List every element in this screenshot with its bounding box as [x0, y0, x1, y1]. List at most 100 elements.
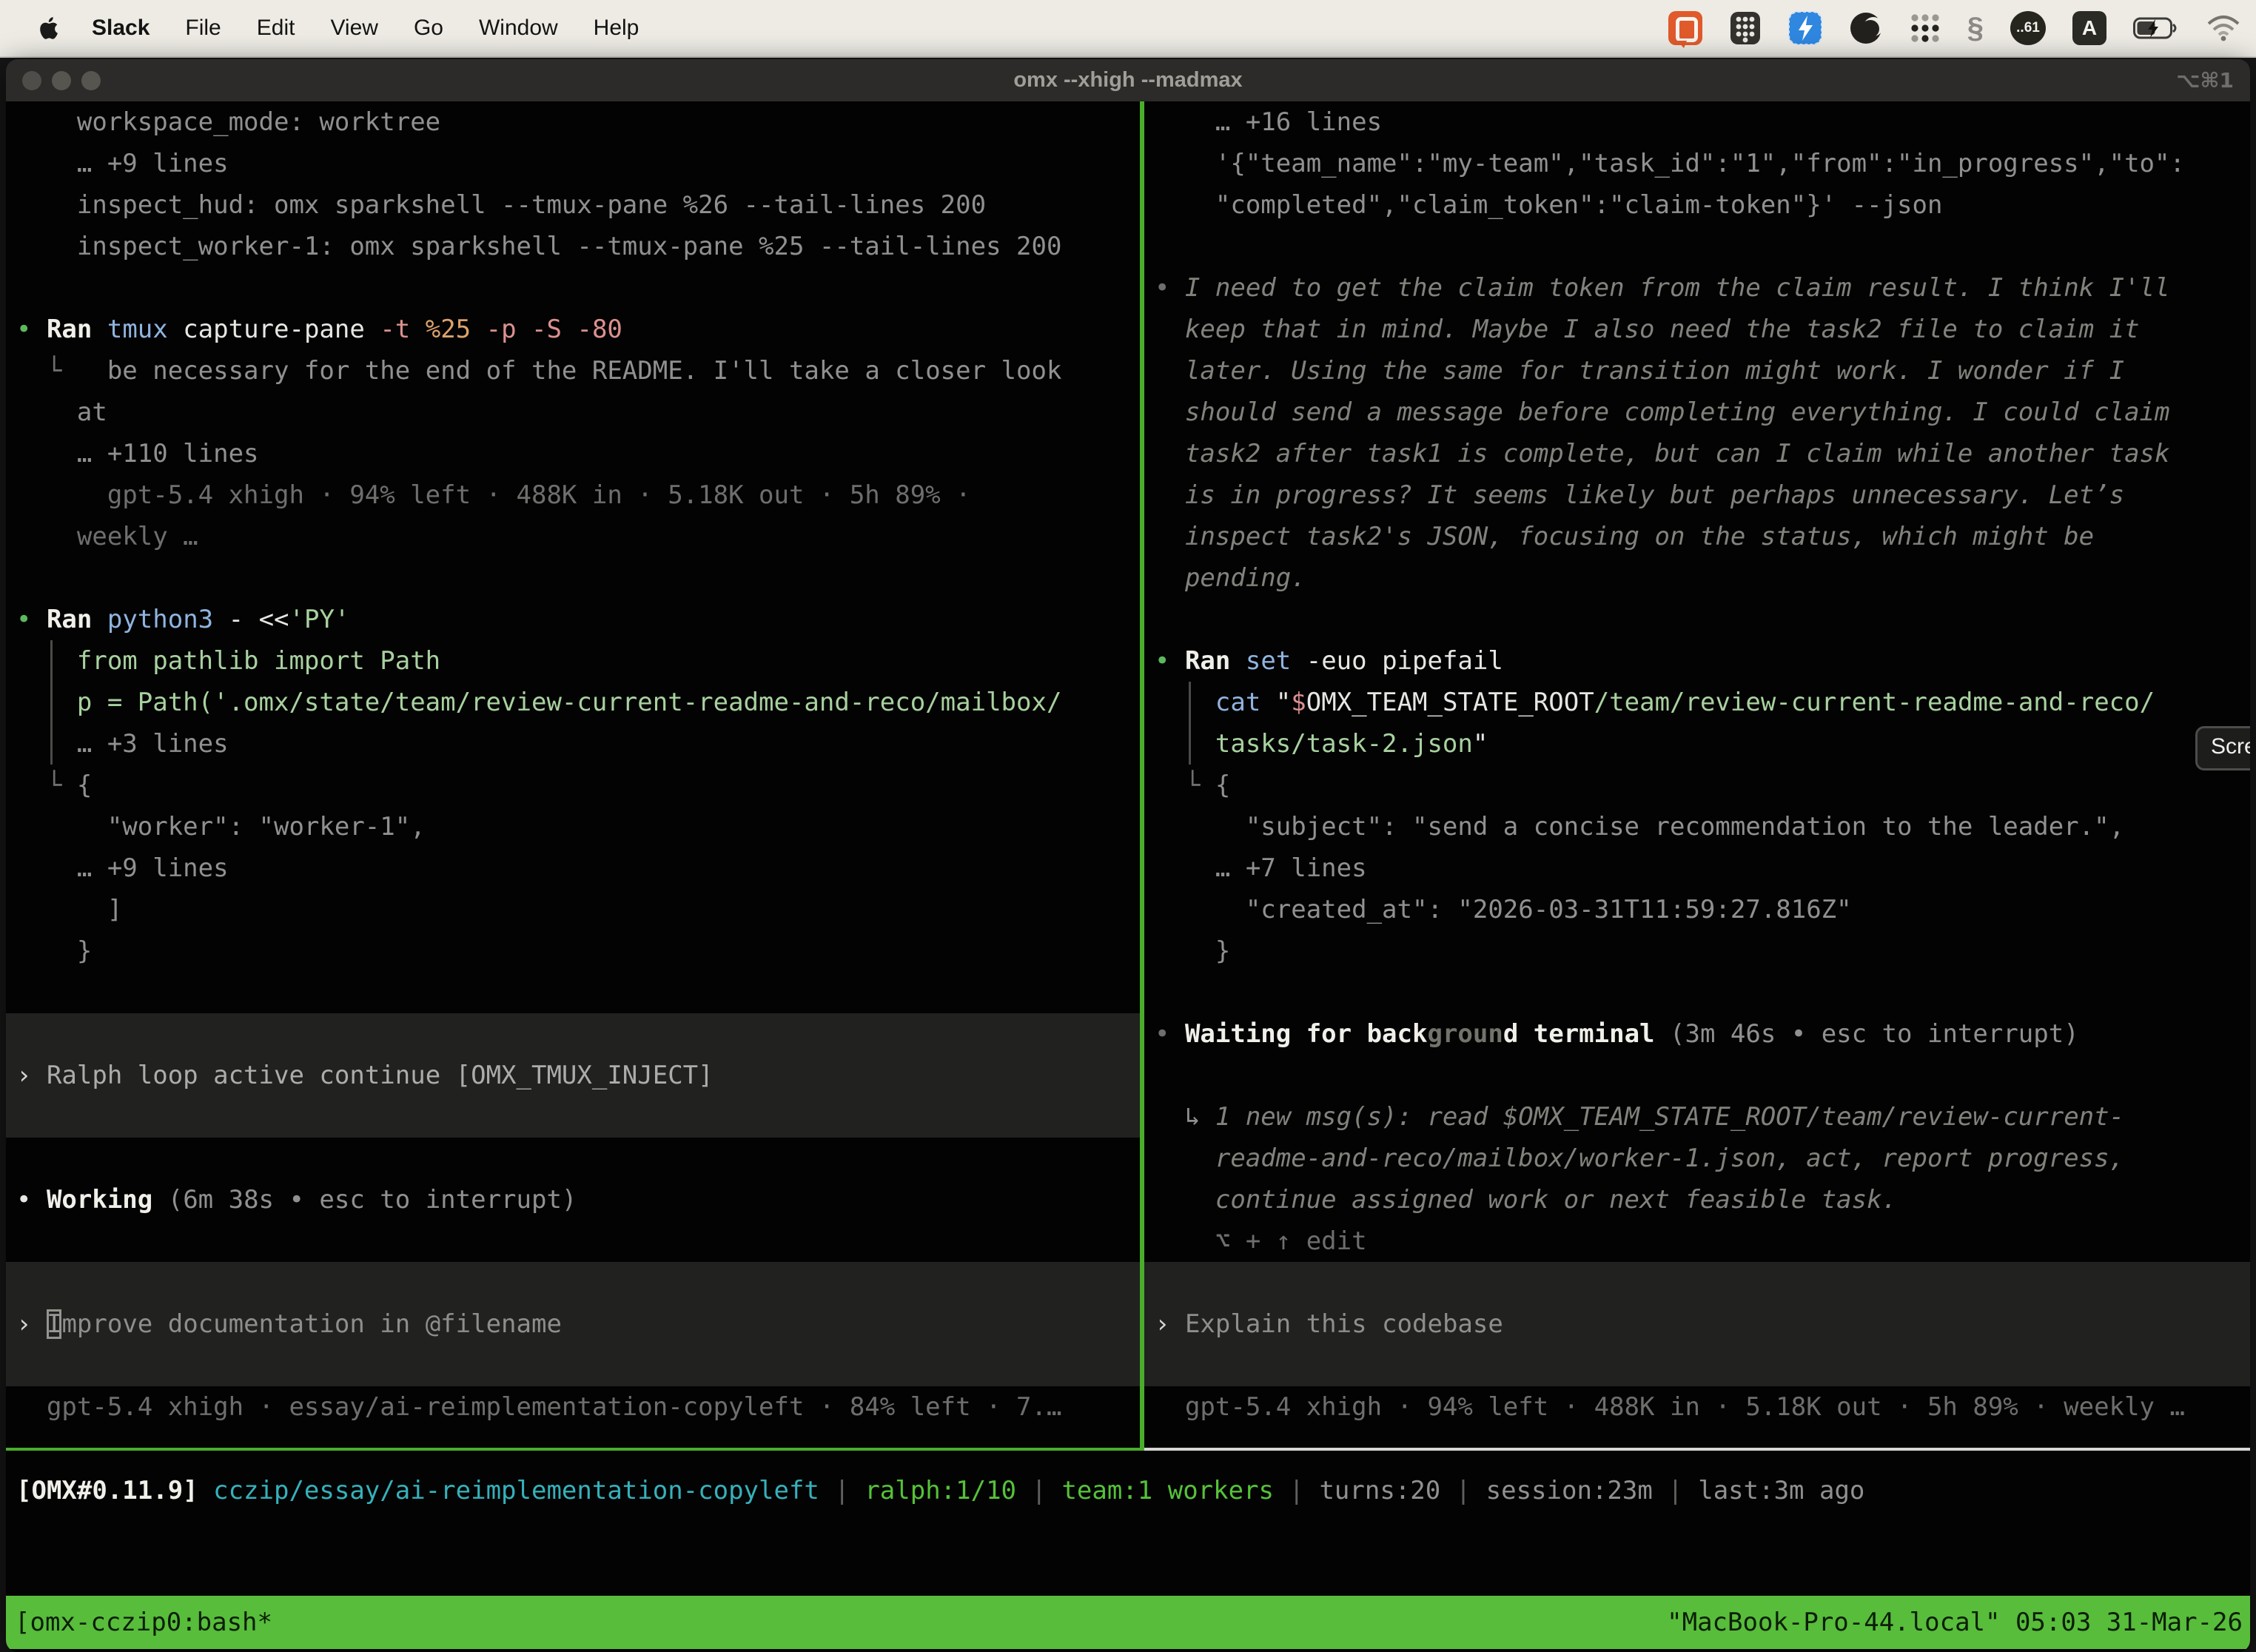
- terminal-line: └ be necessary for the end of the README…: [6, 350, 1140, 392]
- text-segment: |: [834, 1476, 865, 1505]
- wifi-icon[interactable]: [2206, 15, 2241, 41]
- terminal-line: ↳ 1 new msg(s): read $OMX_TEAM_STATE_ROO…: [1144, 1096, 2250, 1138]
- text-segment: d terminal: [1503, 1019, 1670, 1049]
- menu-bar: Slack File Edit View Go Window Help § ..61 A: [0, 0, 2256, 58]
- grid-badge-icon[interactable]: [1729, 10, 1762, 46]
- text-segment: ": [1276, 688, 1291, 717]
- text-segment: … +9 lines: [16, 853, 229, 883]
- text-segment: Working: [47, 1185, 168, 1215]
- text-segment: readme-and-reco/mailbox/worker-1.json, a…: [1155, 1144, 2124, 1173]
- menu-item-go[interactable]: Go: [414, 16, 443, 40]
- menu-item-help[interactable]: Help: [594, 16, 639, 40]
- terminal-input-row[interactable]: [6, 1262, 1140, 1303]
- terminal-input-row[interactable]: [1144, 1262, 2250, 1303]
- terminal-input-row[interactable]: [1144, 1345, 2250, 1386]
- text-segment: •: [16, 315, 47, 344]
- text-segment: workspace_mode: worktree: [16, 107, 440, 137]
- terminal-line: tasks/task-2.json": [1144, 723, 2250, 765]
- text-segment: p = Path('.omx/state/team/review-current…: [16, 688, 1061, 717]
- input-source-badge-icon[interactable]: A: [2072, 11, 2106, 45]
- text-segment: •: [1155, 273, 1185, 303]
- terminal-input-row[interactable]: › Explain this codebase: [1144, 1303, 2250, 1345]
- text-segment: }: [16, 936, 92, 966]
- terminal-line: gpt-5.4 xhigh · 94% left · 488K in · 5.1…: [1144, 1386, 2250, 1428]
- terminal-input-row[interactable]: [6, 1013, 1140, 1055]
- omx-status-line: [OMX#0.11.9] cczip/essay/ai-reimplementa…: [6, 1470, 2250, 1511]
- text-segment: inspect task2's JSON, focusing on the st…: [1155, 522, 2094, 551]
- window-shortcut-hint: ⌥⌘1: [2176, 59, 2234, 101]
- crescent-icon[interactable]: [1849, 11, 1883, 45]
- text-segment: -p: [486, 315, 531, 344]
- terminal-line: [1144, 226, 2250, 267]
- terminal-line: • Ran tmux capture-pane -t %25 -p -S -80: [6, 309, 1140, 350]
- terminal-line: └ {: [1144, 765, 2250, 806]
- text-segment: "worker": "worker-1",: [16, 812, 426, 842]
- terminal-line: [6, 972, 1140, 1013]
- text-segment: "created_at": "2026-03-31T11:59:27.816Z": [1155, 895, 1852, 924]
- terminal-line: … +110 lines: [6, 433, 1140, 474]
- text-segment: ↳: [1155, 1102, 1215, 1132]
- terminal-line: … +3 lines: [6, 723, 1140, 765]
- menu-item-edit[interactable]: Edit: [257, 16, 295, 40]
- terminal-line: "subject": "send a concise recommendatio…: [1144, 806, 2250, 847]
- menu-item-slack[interactable]: Slack: [92, 16, 150, 40]
- text-segment: I: [47, 1309, 61, 1339]
- terminal-line: readme-and-reco/mailbox/worker-1.json, a…: [1144, 1138, 2250, 1179]
- text-segment: 'PY': [289, 605, 350, 634]
- terminal-input-row[interactable]: [6, 1096, 1140, 1138]
- tmux-status-bar: [omx-cczip0:bash* "MacBook-Pro-44.local"…: [6, 1596, 2250, 1649]
- terminal-line: … +9 lines: [6, 847, 1140, 889]
- chat-app-icon[interactable]: [1668, 11, 1702, 45]
- text-segment: pending.: [1155, 563, 1306, 593]
- tmux-pane-left[interactable]: workspace_mode: worktree … +9 lines insp…: [6, 101, 1140, 1448]
- hook-icon[interactable]: §: [1967, 12, 1984, 45]
- battery-icon[interactable]: [2133, 16, 2179, 40]
- text-segment: … +110 lines: [16, 439, 259, 469]
- terminal-input-row[interactable]: [6, 1345, 1140, 1386]
- text-segment: weekly …: [16, 522, 198, 551]
- tmux-pane-right[interactable]: … +16 lines '{"team_name":"my-team","tas…: [1144, 101, 2250, 1448]
- bolt-app-icon[interactable]: [1788, 11, 1822, 45]
- terminal-input-row[interactable]: › Improve documentation in @filename: [6, 1303, 1140, 1345]
- menu-item-window[interactable]: Window: [479, 16, 558, 40]
- text-segment: gpt-5.4 xhigh · 94% left · 488K in · 5.1…: [16, 480, 971, 510]
- apple-menu-icon[interactable]: [37, 16, 59, 41]
- text-segment: from pathlib import Path: [16, 646, 440, 676]
- count-badge-icon[interactable]: ..61: [2010, 11, 2046, 45]
- text-segment: •: [1155, 1019, 1185, 1049]
- tmux-session-label: [omx-cczip0:bash*: [6, 1608, 272, 1637]
- text-segment: … +3 lines: [16, 729, 229, 759]
- text-segment: Ran: [47, 315, 107, 344]
- menu-item-file[interactable]: File: [185, 16, 221, 40]
- text-segment: └: [16, 356, 107, 386]
- text-segment: inspect_hud: omx sparkshell --tmux-pane …: [16, 190, 986, 220]
- menu-item-view[interactable]: View: [330, 16, 377, 40]
- text-segment: └: [1155, 770, 1215, 800]
- text-segment: mprove documentation in @filename: [61, 1309, 562, 1339]
- text-segment: $: [1291, 688, 1306, 717]
- text-segment: capture-pane: [183, 315, 380, 344]
- text-segment: OMX_TEAM_STATE_ROOT: [1306, 688, 1594, 717]
- terminal-line: ]: [6, 889, 1140, 930]
- menu-bar-status-icons: § ..61 A: [1668, 10, 2256, 46]
- terminal-line: '{"team_name":"my-team","task_id":"1","f…: [1144, 143, 2250, 184]
- text-segment: Explain this codebase: [1185, 1309, 1503, 1339]
- text-segment: ›: [1155, 1309, 1185, 1339]
- terminal-line: [1144, 599, 2250, 640]
- text-segment: I need to get the claim token from the c…: [1185, 273, 2170, 303]
- text-segment: [1155, 688, 1215, 717]
- text-segment: <<: [259, 605, 289, 634]
- terminal-line: • I need to get the claim token from the…: [1144, 267, 2250, 309]
- terminal-input-row[interactable]: › Ralph loop active continue [OMX_TMUX_I…: [6, 1055, 1140, 1096]
- text-segment: team:1 workers: [1061, 1476, 1289, 1505]
- dots-grid-icon[interactable]: [1910, 13, 1941, 44]
- terminal-line: later. Using the same for transition mig…: [1144, 350, 2250, 392]
- text-segment: at: [16, 397, 107, 427]
- text-segment: -t: [380, 315, 425, 344]
- text-segment: ]: [16, 895, 122, 924]
- text-segment: (6m 38s • esc to interrupt): [168, 1185, 577, 1215]
- text-segment: python3: [107, 605, 229, 634]
- text-segment: %25: [426, 315, 486, 344]
- terminal-line: • Ran python3 - <<'PY': [6, 599, 1140, 640]
- window-titlebar[interactable]: omx --xhigh --madmax ⌥⌘1: [6, 59, 2250, 101]
